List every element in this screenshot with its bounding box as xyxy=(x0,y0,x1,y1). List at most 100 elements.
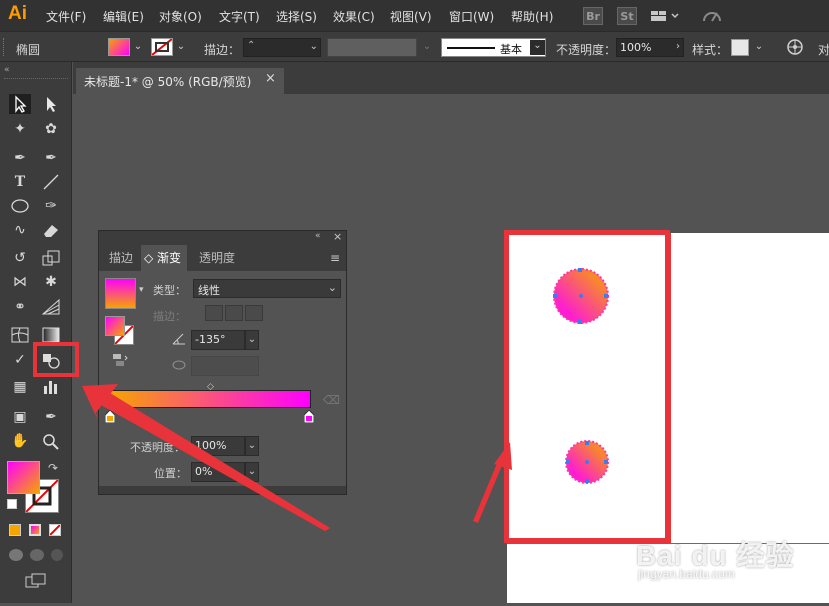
stroke-weight-field[interactable]: ⌃ ⌄ xyxy=(243,38,321,57)
recolor-artwork-icon[interactable] xyxy=(786,38,804,56)
stop-location-field[interactable]: 0% xyxy=(191,462,245,482)
column-graph-tool-icon[interactable] xyxy=(40,377,62,397)
menu-object[interactable]: 对象(O) xyxy=(159,8,202,25)
magic-wand-tool-icon[interactable]: ✦ xyxy=(9,119,31,139)
gradient-panel: « × 描边 ◇ 渐变 透明度 ≡ ▾ 类型： 线性 ⌄ 描边： -135° ⌄… xyxy=(98,230,347,495)
chevron-right-icon[interactable]: › xyxy=(671,41,685,52)
fill-gradient-swatch[interactable] xyxy=(105,316,125,336)
bridge-icon[interactable]: Br xyxy=(583,7,603,25)
width-tool-icon[interactable]: ⋈ xyxy=(9,272,31,292)
screen-mode-icon[interactable] xyxy=(25,573,47,589)
fill-color-swatch[interactable] xyxy=(7,461,40,494)
puppet-warp-tool-icon[interactable]: ✱ xyxy=(40,272,62,292)
close-panel-icon[interactable]: × xyxy=(333,230,342,243)
paintbrush-tool-icon[interactable]: ✑ xyxy=(40,196,62,216)
menu-effect[interactable]: 效果(C) xyxy=(333,8,375,25)
menu-edit[interactable]: 编辑(E) xyxy=(103,8,144,25)
style-label: 样式： xyxy=(692,43,729,57)
tab-stroke[interactable]: 描边 xyxy=(103,245,139,271)
gpu-performance-icon[interactable] xyxy=(700,7,724,25)
menu-window[interactable]: 窗口(W) xyxy=(449,8,494,25)
stroke-swatch[interactable] xyxy=(151,38,173,56)
brush-definition[interactable]: 基本 ⌄ xyxy=(441,38,546,57)
menu-type[interactable]: 文字(T) xyxy=(219,8,260,25)
default-fill-stroke-icon[interactable] xyxy=(7,499,17,509)
type-tool-icon[interactable]: T xyxy=(9,172,31,192)
align-label: 对 xyxy=(818,43,829,57)
grip-handle[interactable] xyxy=(3,38,6,56)
swap-fill-stroke-icon[interactable]: ↷ xyxy=(48,461,58,475)
collapse-panel-icon[interactable]: « xyxy=(315,231,321,241)
symbol-sprayer-tool-icon[interactable]: ▦ xyxy=(9,377,31,397)
chevron-down-icon[interactable]: ⌄ xyxy=(245,330,259,350)
tab-transparency[interactable]: 透明度 xyxy=(195,245,243,271)
perspective-grid-tool-icon[interactable] xyxy=(40,297,62,317)
rotate-tool-icon[interactable]: ↺ xyxy=(9,248,31,268)
scale-tool-icon[interactable] xyxy=(40,248,62,268)
angle-field[interactable]: -135° xyxy=(191,330,245,350)
direct-selection-tool-icon[interactable] xyxy=(40,94,62,114)
stroke-across-icon[interactable] xyxy=(245,305,263,321)
shaper-tool-icon[interactable]: ∿ xyxy=(9,220,31,240)
stroke-label: 描边： xyxy=(204,43,241,57)
stock-icon[interactable]: St xyxy=(617,7,637,25)
reverse-gradient-icon[interactable] xyxy=(111,352,129,368)
menu-help[interactable]: 帮助(H) xyxy=(511,8,553,25)
trash-icon[interactable]: ⌫ xyxy=(323,393,340,407)
shape-builder-tool-icon[interactable]: ⚭ xyxy=(9,297,31,317)
none-mode-icon[interactable] xyxy=(49,524,61,536)
menu-file[interactable]: 文件(F) xyxy=(46,8,86,25)
chevron-down-icon[interactable]: ⌄ xyxy=(420,41,434,52)
chevron-down-icon[interactable]: ⌄ xyxy=(245,462,259,482)
draw-behind-icon[interactable] xyxy=(30,549,44,561)
watermark-url: jingyan.baidu.com xyxy=(638,567,735,581)
type-label: 类型： xyxy=(153,284,186,297)
document-tab-title: 未标题-1* @ 50% (RGB/预览) xyxy=(84,75,252,89)
draw-normal-icon[interactable] xyxy=(9,549,23,561)
gradient-stop-start[interactable] xyxy=(104,409,116,424)
stroke-along-icon[interactable] xyxy=(225,305,243,321)
chevron-down-icon[interactable]: ▾ xyxy=(139,285,144,295)
panel-header[interactable]: « × xyxy=(99,230,346,245)
variable-width-profile[interactable] xyxy=(327,38,417,57)
gradient-slider[interactable] xyxy=(109,390,311,408)
collapse-icon[interactable]: « xyxy=(4,65,10,75)
chevron-down-icon[interactable]: ⌄ xyxy=(245,436,259,456)
artboard-tool-icon[interactable]: ▣ xyxy=(9,407,31,427)
eraser-tool-icon[interactable] xyxy=(40,220,62,240)
gradient-stop-end[interactable] xyxy=(303,409,315,424)
gradient-mode-icon[interactable] xyxy=(29,524,41,536)
type-dropdown[interactable]: 线性 ⌄ xyxy=(193,279,341,298)
panel-menu-icon[interactable]: ≡ xyxy=(330,251,340,265)
chevron-down-icon[interactable]: ⌄ xyxy=(752,41,766,52)
document-tab[interactable]: 未标题-1* @ 50% (RGB/预览) × xyxy=(76,68,284,94)
tab-gradient[interactable]: ◇ 渐变 xyxy=(141,245,187,271)
lasso-tool-icon[interactable]: ✿ xyxy=(40,119,62,139)
selection-tool-icon[interactable] xyxy=(9,94,31,114)
arrange-documents-icon[interactable] xyxy=(648,7,682,25)
panel-resize-bar[interactable] xyxy=(99,486,346,494)
line-segment-tool-icon[interactable] xyxy=(40,172,62,192)
zoom-tool-icon[interactable] xyxy=(40,431,62,451)
graphic-style-swatch[interactable] xyxy=(731,39,749,56)
slice-tool-icon[interactable]: ✒ xyxy=(40,407,62,427)
stroke-within-icon[interactable] xyxy=(205,305,223,321)
ellipse-tool-icon[interactable] xyxy=(9,196,31,216)
chevron-down-icon[interactable]: ⌄ xyxy=(131,41,145,52)
close-tab-icon[interactable]: × xyxy=(265,71,276,86)
chevron-down-icon[interactable]: ⌄ xyxy=(174,41,188,52)
gradient-preview-swatch[interactable] xyxy=(105,278,136,309)
fill-swatch[interactable] xyxy=(108,38,130,56)
opacity-label: 不透明度： xyxy=(130,441,185,454)
menu-view[interactable]: 视图(V) xyxy=(390,8,432,25)
curvature-tool-icon[interactable]: ✒ xyxy=(40,148,62,168)
hand-tool-icon[interactable]: ✋ xyxy=(9,431,31,451)
mesh-tool-icon[interactable] xyxy=(9,325,31,345)
pen-tool-icon[interactable]: ✒ xyxy=(9,148,31,168)
menu-select[interactable]: 选择(S) xyxy=(276,8,317,25)
color-mode-icon[interactable] xyxy=(9,524,21,536)
stop-opacity-field[interactable]: 100% xyxy=(191,436,245,456)
draw-inside-icon[interactable] xyxy=(51,549,63,561)
eyedropper-tool-icon[interactable]: ✓ xyxy=(9,350,31,370)
aspect-ratio-field[interactable] xyxy=(191,356,259,376)
